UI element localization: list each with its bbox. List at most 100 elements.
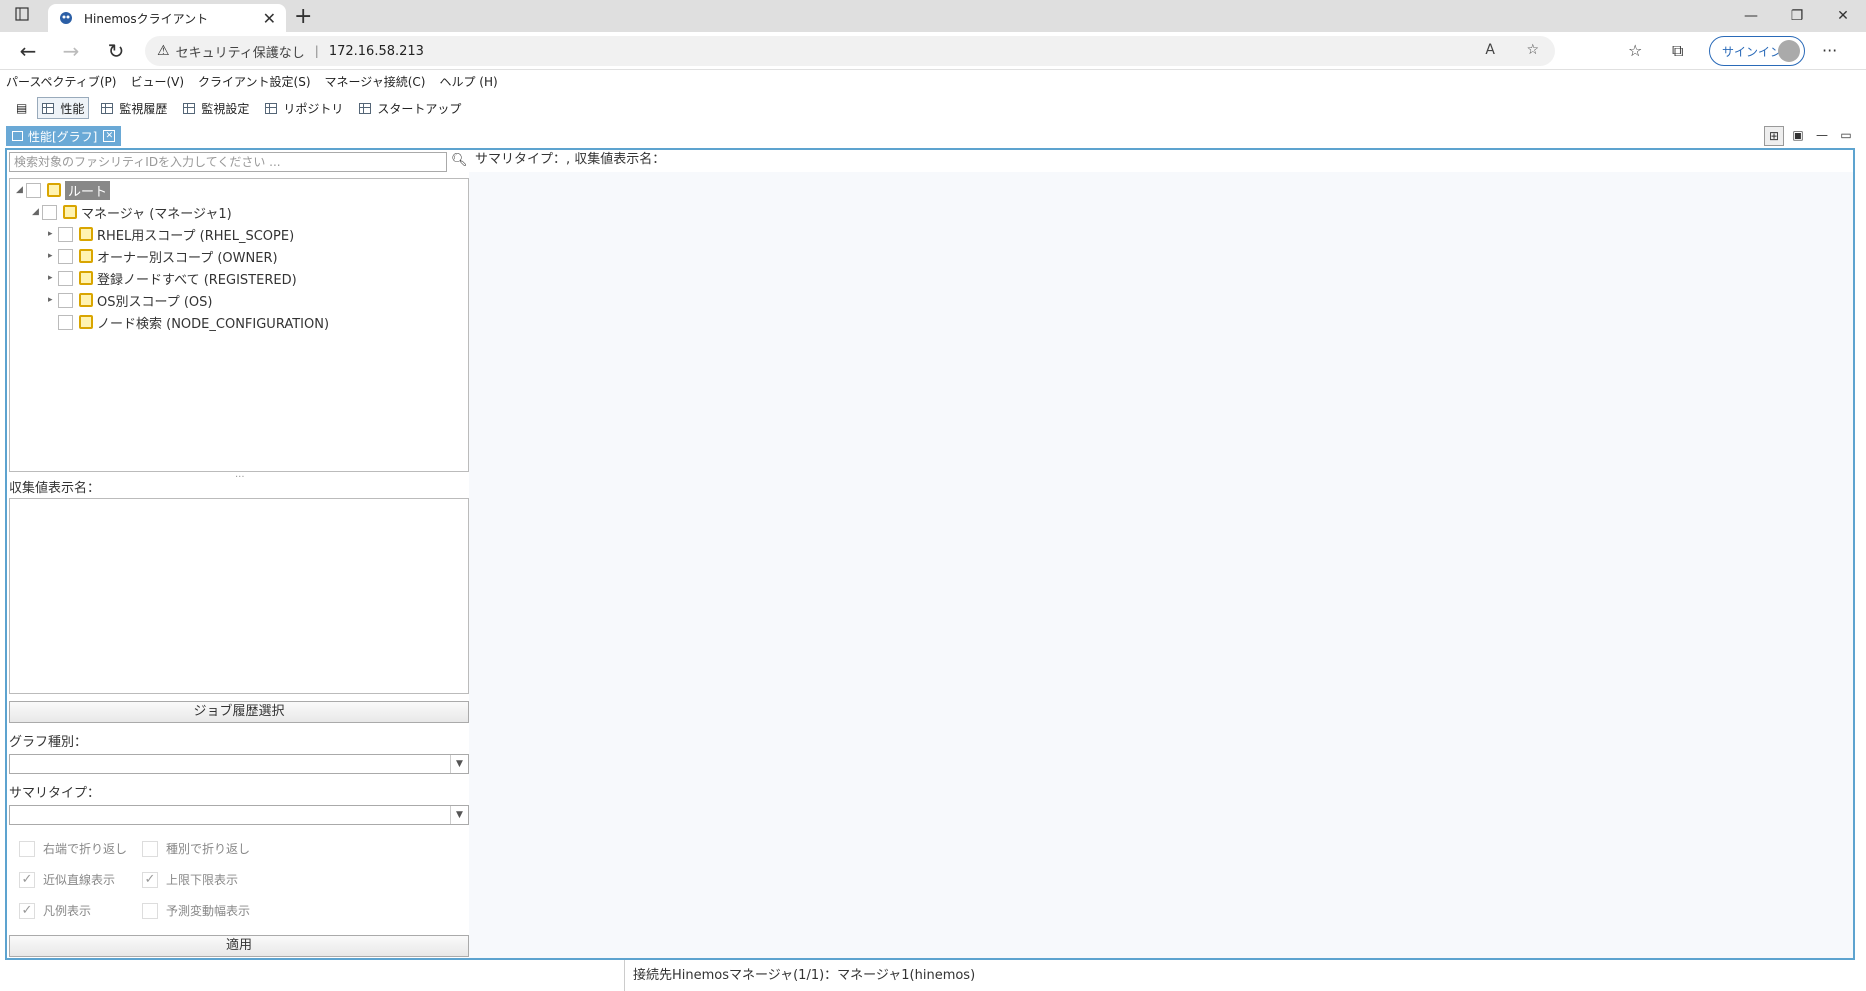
collapse-icon[interactable]: ◢ [32,207,42,217]
facility-tree[interactable]: ◢ ルート ◢ マネージャ (マネージャ1) ▸ RHEL用スコープ (RHEL… [9,178,469,472]
tab-actions-icon[interactable] [14,6,34,26]
warning-icon[interactable]: ⚠ [157,43,170,59]
restore-icon[interactable]: ❐ [1774,0,1820,32]
tree-checkbox[interactable] [58,248,73,264]
tree-item-root[interactable]: ◢ ルート [16,180,111,200]
avatar [1778,40,1800,62]
graph-area [469,172,1853,958]
checkmark-icon[interactable]: ✓ [142,871,158,888]
search-icon[interactable]: 🔍︎ [451,153,468,168]
tree-item-os-scope[interactable]: ▸ OS別スコープ (OS) [48,290,212,310]
perspective-label: 監視履歴 [119,101,168,116]
tab-title: Hinemosクライアント [84,11,209,26]
expand-icon[interactable]: ▸ [48,229,58,239]
view-tab-performance-graph[interactable]: 性能[グラフ] ✕ [6,126,122,146]
forward-icon[interactable]: → [59,39,83,63]
signin-button[interactable]: サインイン [1709,36,1805,66]
read-aloud-icon[interactable]: A [1485,42,1495,58]
perspective-startup[interactable]: スタートアップ [355,97,465,119]
tree-item-label: 登録ノードすべて (REGISTERED) [97,272,297,288]
perspective-monitor-history[interactable]: 監視履歴 [97,97,171,119]
checkbox-box[interactable] [142,840,158,857]
checkbox-label: 上限下限表示 [166,873,239,887]
graph-type-select[interactable]: ▼ [9,754,469,774]
legend-display-checkbox[interactable]: ✓ 凡例表示 [19,902,91,919]
close-tab-icon[interactable]: ✕ [263,9,276,28]
menu-perspective[interactable]: パースペクティブ(P) [6,70,116,94]
apply-button[interactable]: 適用 [9,935,469,957]
tree-checkbox[interactable] [42,204,57,220]
minimize-icon[interactable]: — [1728,0,1774,32]
browser-tab-bar: Hinemosクライアント ✕ + — ❐ ✕ [0,0,1866,32]
tree-item-label: OS別スコープ (OS) [97,294,213,310]
perspective-label: 性能 [60,101,85,116]
checkbox-label: 予測変動幅表示 [166,904,251,918]
facility-search-input[interactable]: 検索対象のファシリティIDを入力してください ... [9,152,447,172]
tree-item-label: マネージャ (マネージャ1) [81,206,232,222]
performance-view: 検索対象のファシリティIDを入力してください ... 🔍︎ ◢ ルート ◢ マネ… [5,148,1855,960]
collapse-icon[interactable]: ◢ [16,185,26,195]
maximize-view-icon[interactable]: ▭ [1836,126,1856,146]
tree-checkbox[interactable] [58,226,73,242]
checkmark-icon[interactable]: ✓ [19,902,35,919]
chevron-down-icon[interactable]: ▼ [450,806,468,824]
approx-line-checkbox[interactable]: ✓ 近似直線表示 [19,871,115,888]
wrap-right-checkbox[interactable]: 右端で折り返し [19,840,127,857]
browser-tab[interactable]: Hinemosクライアント ✕ [48,4,286,32]
chevron-down-icon[interactable]: ▼ [450,755,468,773]
threshold-display-checkbox[interactable]: ✓ 上限下限表示 [142,871,238,888]
tree-checkbox[interactable] [26,182,41,198]
scope-icon[interactable]: ▣ [1788,126,1808,146]
checkbox-box[interactable] [142,902,158,919]
table-icon [101,102,114,114]
checkbox-label: 近似直線表示 [43,873,116,887]
open-perspective-icon[interactable]: ▤ [16,101,27,115]
checkmark-icon[interactable]: ✓ [19,871,35,888]
tree-checkbox[interactable] [58,314,73,330]
tree-toggle-icon[interactable]: ⊞ [1764,126,1784,146]
tree-item-owner-scope[interactable]: ▸ オーナー別スコープ (OWNER) [48,246,278,266]
expand-icon[interactable]: ▸ [48,251,58,261]
job-history-select-button[interactable]: ジョブ履歴選択 [9,701,469,723]
url-text[interactable]: 172.16.58.213 [329,44,424,59]
app-menu-bar: パースペクティブ(P) ビュー(V) クライアント設定(S) マネージャ接続(C… [0,70,1866,94]
url-box[interactable]: ⚠ セキュリティ保護なし | 172.16.58.213 A ☆ [145,36,1555,66]
perspective-performance[interactable]: 性能 [37,97,90,119]
table-icon [359,102,372,114]
menu-help[interactable]: ヘルプ (H) [439,70,497,94]
tree-item-label: オーナー別スコープ (OWNER) [97,250,278,266]
menu-view[interactable]: ビュー(V) [130,70,184,94]
back-icon[interactable]: ← [16,39,40,63]
scope-icon [79,249,93,263]
perspective-repository[interactable]: リポジトリ [261,97,347,119]
tree-item-registered[interactable]: ▸ 登録ノードすべて (REGISTERED) [48,268,297,288]
refresh-icon[interactable]: ↻ [104,39,128,63]
expand-icon[interactable]: ▸ [48,273,58,283]
tree-checkbox[interactable] [58,292,73,308]
add-favorite-icon[interactable]: ☆ [1526,42,1539,58]
splitter-handle[interactable]: ··· [235,472,245,483]
wrap-type-checkbox[interactable]: 種別で折り返し [142,840,250,857]
collect-item-list[interactable] [9,498,469,694]
security-label[interactable]: セキュリティ保護なし [176,42,305,61]
new-tab-icon[interactable]: + [294,4,312,29]
tree-checkbox[interactable] [58,270,73,286]
tree-item-node-configuration[interactable]: ノード検索 (NODE_CONFIGURATION) [48,312,329,332]
collections-icon[interactable]: ⧉ [1672,41,1683,61]
manager-icon [63,205,77,219]
checkbox-box[interactable] [19,840,35,857]
tree-item-manager[interactable]: ◢ マネージャ (マネージャ1) [32,202,232,222]
menu-manager-connect[interactable]: マネージャ接続(C) [325,70,426,94]
favorites-icon[interactable]: ☆ [1628,41,1642,60]
prediction-range-checkbox[interactable]: 予測変動幅表示 [142,902,250,919]
connection-status: 接続先Hinemosマネージャ(1/1)：マネージャ1(hinemos) [624,960,975,991]
more-icon[interactable]: ··· [1822,41,1837,60]
perspective-monitor-settings[interactable]: 監視設定 [179,97,253,119]
close-view-icon[interactable]: ✕ [103,130,116,142]
close-window-icon[interactable]: ✕ [1820,0,1866,32]
expand-icon[interactable]: ▸ [48,295,58,305]
minimize-view-icon[interactable]: — [1812,126,1832,146]
tree-item-rhel-scope[interactable]: ▸ RHEL用スコープ (RHEL_SCOPE) [48,224,294,244]
summary-type-select[interactable]: ▼ [9,805,469,825]
menu-client-settings[interactable]: クライアント設定(S) [198,70,311,94]
